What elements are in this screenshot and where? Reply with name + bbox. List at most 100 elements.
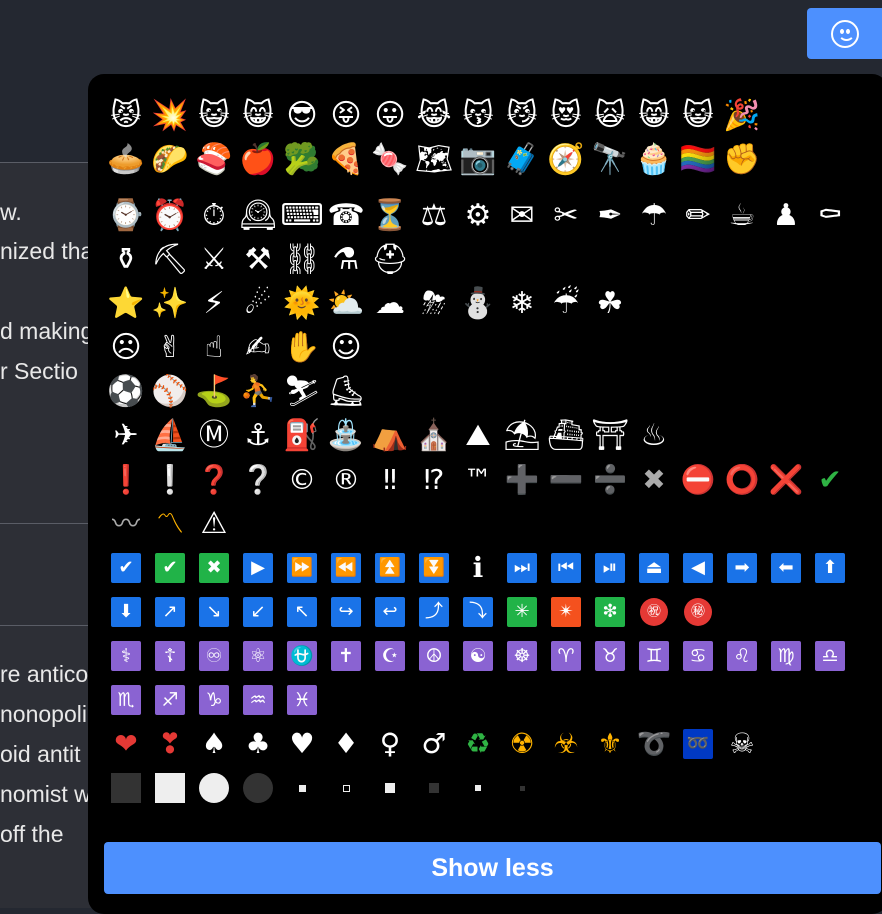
emoji-button[interactable]: ⬇ [104,590,148,634]
emoji-button[interactable]: ⬆ [808,546,852,590]
emoji-button[interactable]: ⚽ [104,370,148,414]
emoji-button[interactable]: ⛈ [412,282,456,326]
emoji-button[interactable]: ⏰ [148,194,192,238]
emoji-button[interactable] [456,766,500,810]
emoji-button[interactable]: ⛴ [544,414,588,458]
emoji-button[interactable]: ⛔ [676,458,720,502]
emoji-button[interactable] [104,766,148,810]
emoji-button[interactable]: ☔ [544,282,588,326]
emoji-button[interactable]: ❣ [148,722,192,766]
emoji-button[interactable]: ♎ [808,634,852,678]
emoji-button[interactable]: ⚕ [104,634,148,678]
emoji-picker-toggle-button[interactable] [807,8,882,59]
emoji-button[interactable]: 🍬 [368,138,412,182]
emoji-button[interactable]: ⏩ [280,546,324,590]
emoji-button[interactable]: ✝ [324,634,368,678]
emoji-button[interactable]: ◀ [676,546,720,590]
emoji-button[interactable]: ☣ [544,722,588,766]
emoji-button[interactable]: ♏ [104,678,148,722]
emoji-button[interactable]: ☺ [324,326,368,370]
emoji-button[interactable]: ⏫ [368,546,412,590]
emoji-button[interactable]: ⛓ [280,238,324,282]
emoji-button[interactable]: 🌞 [280,282,324,326]
emoji-button[interactable]: ♻ [456,722,500,766]
emoji-button[interactable]: ➡ [720,546,764,590]
emoji-button[interactable]: 🥦 [280,138,324,182]
emoji-button[interactable]: ⚓ [236,414,280,458]
emoji-button[interactable]: 🙀 [588,94,632,138]
emoji-button[interactable]: ⚱ [104,238,148,282]
emoji-button[interactable]: ⛪ [412,414,456,458]
emoji-button[interactable]: ⚰ [808,194,852,238]
emoji-button[interactable]: Ⓜ [192,414,236,458]
emoji-button[interactable]: ℹ [456,546,500,590]
emoji-button[interactable]: ✈ [104,414,148,458]
emoji-button[interactable]: ☪ [368,634,412,678]
emoji-button[interactable]: ♂ [412,722,456,766]
emoji-button[interactable]: ♉ [588,634,632,678]
emoji-button[interactable]: ☎ [324,194,368,238]
emoji-button[interactable]: ▶ [236,546,280,590]
emoji-button[interactable]: ☦ [148,634,192,678]
emoji-button[interactable]: ✴ [544,590,588,634]
emoji-button[interactable]: ☘ [588,282,632,326]
emoji-button[interactable]: 😎 [280,94,324,138]
emoji-button[interactable] [280,766,324,810]
emoji-button[interactable]: ♓ [280,678,324,722]
emoji-button[interactable]: ↘ [192,590,236,634]
emoji-button[interactable]: ♾ [192,634,236,678]
emoji-button[interactable]: ⚡ [192,282,236,326]
emoji-button[interactable]: ☝ [192,326,236,370]
emoji-button[interactable]: 😼 [500,94,544,138]
emoji-button[interactable]: ❄ [500,282,544,326]
emoji-button[interactable] [368,766,412,810]
show-less-button[interactable]: Show less [104,842,881,894]
emoji-button[interactable]: ♦ [324,722,368,766]
emoji-button[interactable]: ✉ [500,194,544,238]
emoji-button[interactable]: 😸 [632,94,676,138]
emoji-button[interactable]: ❕ [148,458,192,502]
emoji-button[interactable]: ⚛ [236,634,280,678]
emoji-button[interactable]: ⛰ [456,414,500,458]
emoji-button[interactable]: ✊ [720,138,764,182]
emoji-button[interactable]: ❤ [104,722,148,766]
emoji-button[interactable]: ⚔ [192,238,236,282]
emoji-button[interactable]: 🧳 [500,138,544,182]
emoji-button[interactable]: ❇ [588,590,632,634]
emoji-button[interactable]: ♑ [192,678,236,722]
emoji-button[interactable]: ✒ [588,194,632,238]
emoji-button[interactable]: 😺 [192,94,236,138]
emoji-button[interactable]: 🍣 [192,138,236,182]
emoji-button[interactable]: 😽 [456,94,500,138]
emoji-button[interactable]: ♀ [368,722,412,766]
emoji-button[interactable]: ♟ [764,194,808,238]
emoji-button[interactable]: ↗ [148,590,192,634]
emoji-button[interactable]: ↖ [280,590,324,634]
emoji-button[interactable]: ☂ [632,194,676,238]
emoji-button[interactable]: ☹ [104,326,148,370]
emoji-button[interactable]: ☕ [720,194,764,238]
emoji-button[interactable]: ® [324,458,368,502]
emoji-button[interactable]: ➿ [676,722,720,766]
emoji-button[interactable]: ⤵ [456,590,500,634]
emoji-button[interactable]: ⛵ [148,414,192,458]
emoji-button[interactable]: 🍕 [324,138,368,182]
emoji-button[interactable]: ⛅ [324,282,368,326]
emoji-button[interactable]: © [280,458,324,502]
emoji-button[interactable]: ☮ [412,634,456,678]
emoji-button[interactable]: ❓ [192,458,236,502]
emoji-button[interactable] [412,766,456,810]
emoji-button[interactable]: ↪ [324,590,368,634]
emoji-button[interactable]: 〽 [148,502,192,546]
emoji-button[interactable]: ♥ [280,722,324,766]
emoji-button[interactable]: 😹 [412,94,456,138]
emoji-button[interactable]: ⛷ [280,370,324,414]
emoji-button[interactable]: ⤴ [412,590,456,634]
emoji-button[interactable]: ⚗ [324,238,368,282]
emoji-button[interactable]: ⏪ [324,546,368,590]
emoji-button[interactable]: 😸 [236,94,280,138]
emoji-button[interactable] [500,766,544,810]
emoji-button[interactable]: ♠ [192,722,236,766]
emoji-button[interactable]: ♒ [236,678,280,722]
emoji-button[interactable]: ™ [456,458,500,502]
